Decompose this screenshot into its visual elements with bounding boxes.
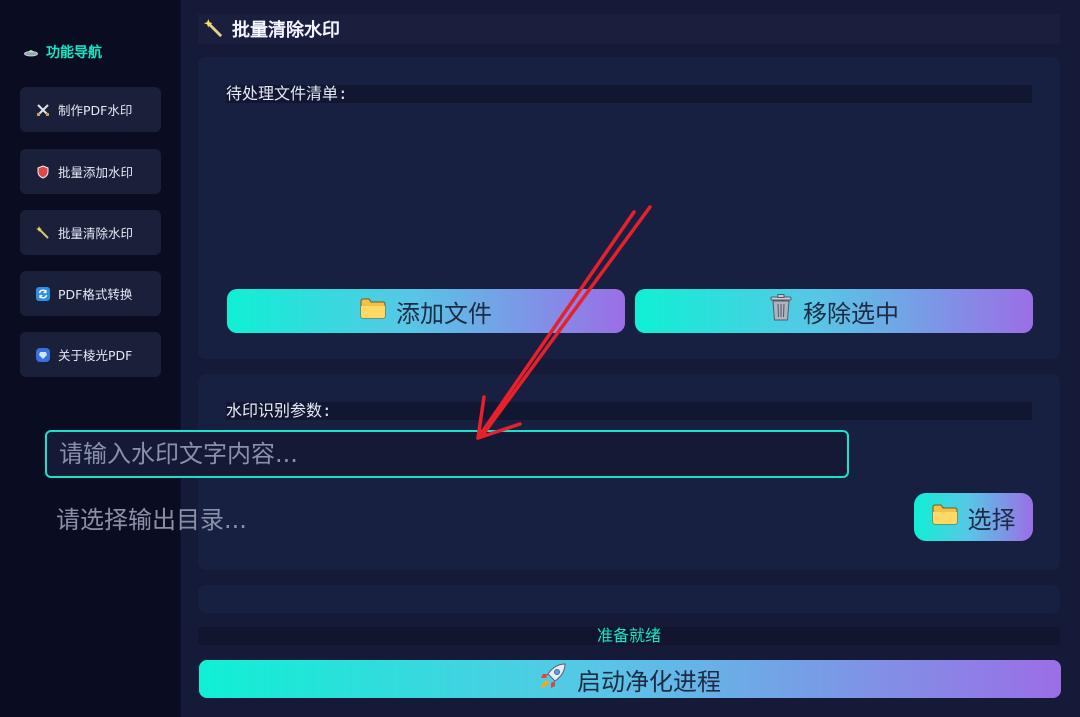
page-title: 批量清除水印 [232, 20, 340, 41]
add-file-button-label: 添加文件 [396, 299, 492, 328]
file-list[interactable] [226, 113, 1032, 283]
sidebar-item-label: 批量清除水印 [58, 226, 134, 241]
sidebar-item-label: PDF格式转换 [58, 287, 133, 302]
sidebar-title: 功能导航 [24, 42, 102, 62]
folder-icon [932, 503, 958, 531]
main-area: 批量清除水印 待处理文件清单: 水印识别参数: 准备就绪 [181, 0, 1080, 717]
folder-icon [360, 297, 386, 325]
status-text: 准备就绪 [198, 627, 1060, 645]
shield-icon [36, 164, 50, 179]
ufo-icon [24, 45, 38, 59]
remove-selected-button[interactable]: 移除选中 [635, 289, 1033, 333]
trash-icon [769, 294, 793, 328]
page-header: 批量清除水印 [198, 14, 1060, 44]
sidebar-item-batch-remove[interactable]: 批量清除水印 [20, 210, 161, 255]
refresh-icon [36, 286, 50, 301]
gem-icon [36, 347, 50, 362]
sidebar-item-label: 关于棱光PDF [58, 348, 133, 363]
remove-selected-button-label: 移除选中 [803, 299, 899, 328]
watermark-text-input[interactable] [57, 439, 847, 469]
sidebar-title-label: 功能导航 [46, 45, 102, 61]
choose-dir-button[interactable]: 选择 [914, 493, 1033, 541]
sidebar-item-label: 批量添加水印 [58, 165, 134, 180]
magic-wand-icon [204, 19, 224, 39]
sidebar-item-about[interactable]: 关于棱光PDF [20, 332, 161, 377]
crossed-swords-icon [36, 103, 50, 117]
sidebar-item-format-convert[interactable]: PDF格式转换 [20, 271, 161, 316]
magic-wand-icon [36, 225, 50, 240]
params-label: 水印识别参数: [226, 402, 1032, 420]
sidebar-item-batch-add[interactable]: 批量添加水印 [20, 149, 161, 194]
choose-dir-button-label: 选择 [967, 505, 1016, 534]
watermark-text-field[interactable] [45, 430, 849, 478]
sidebar: 功能导航 制作PDF水印 批量添加水印 批量清除水印 PDF格式转换 关于棱光P… [0, 0, 180, 717]
rocket-icon [539, 662, 567, 696]
sidebar-item-label: 制作PDF水印 [58, 103, 133, 118]
add-file-button[interactable]: 添加文件 [227, 289, 625, 333]
start-purge-button[interactable]: 启动净化进程 [199, 660, 1061, 698]
file-list-label: 待处理文件清单: [226, 85, 1032, 103]
start-purge-button-label: 启动净化进程 [577, 667, 721, 696]
output-dir-field[interactable]: 请选择输出目录... [56, 500, 247, 535]
sidebar-item-make-watermark[interactable]: 制作PDF水印 [20, 87, 161, 132]
spacer-panel [198, 585, 1060, 613]
